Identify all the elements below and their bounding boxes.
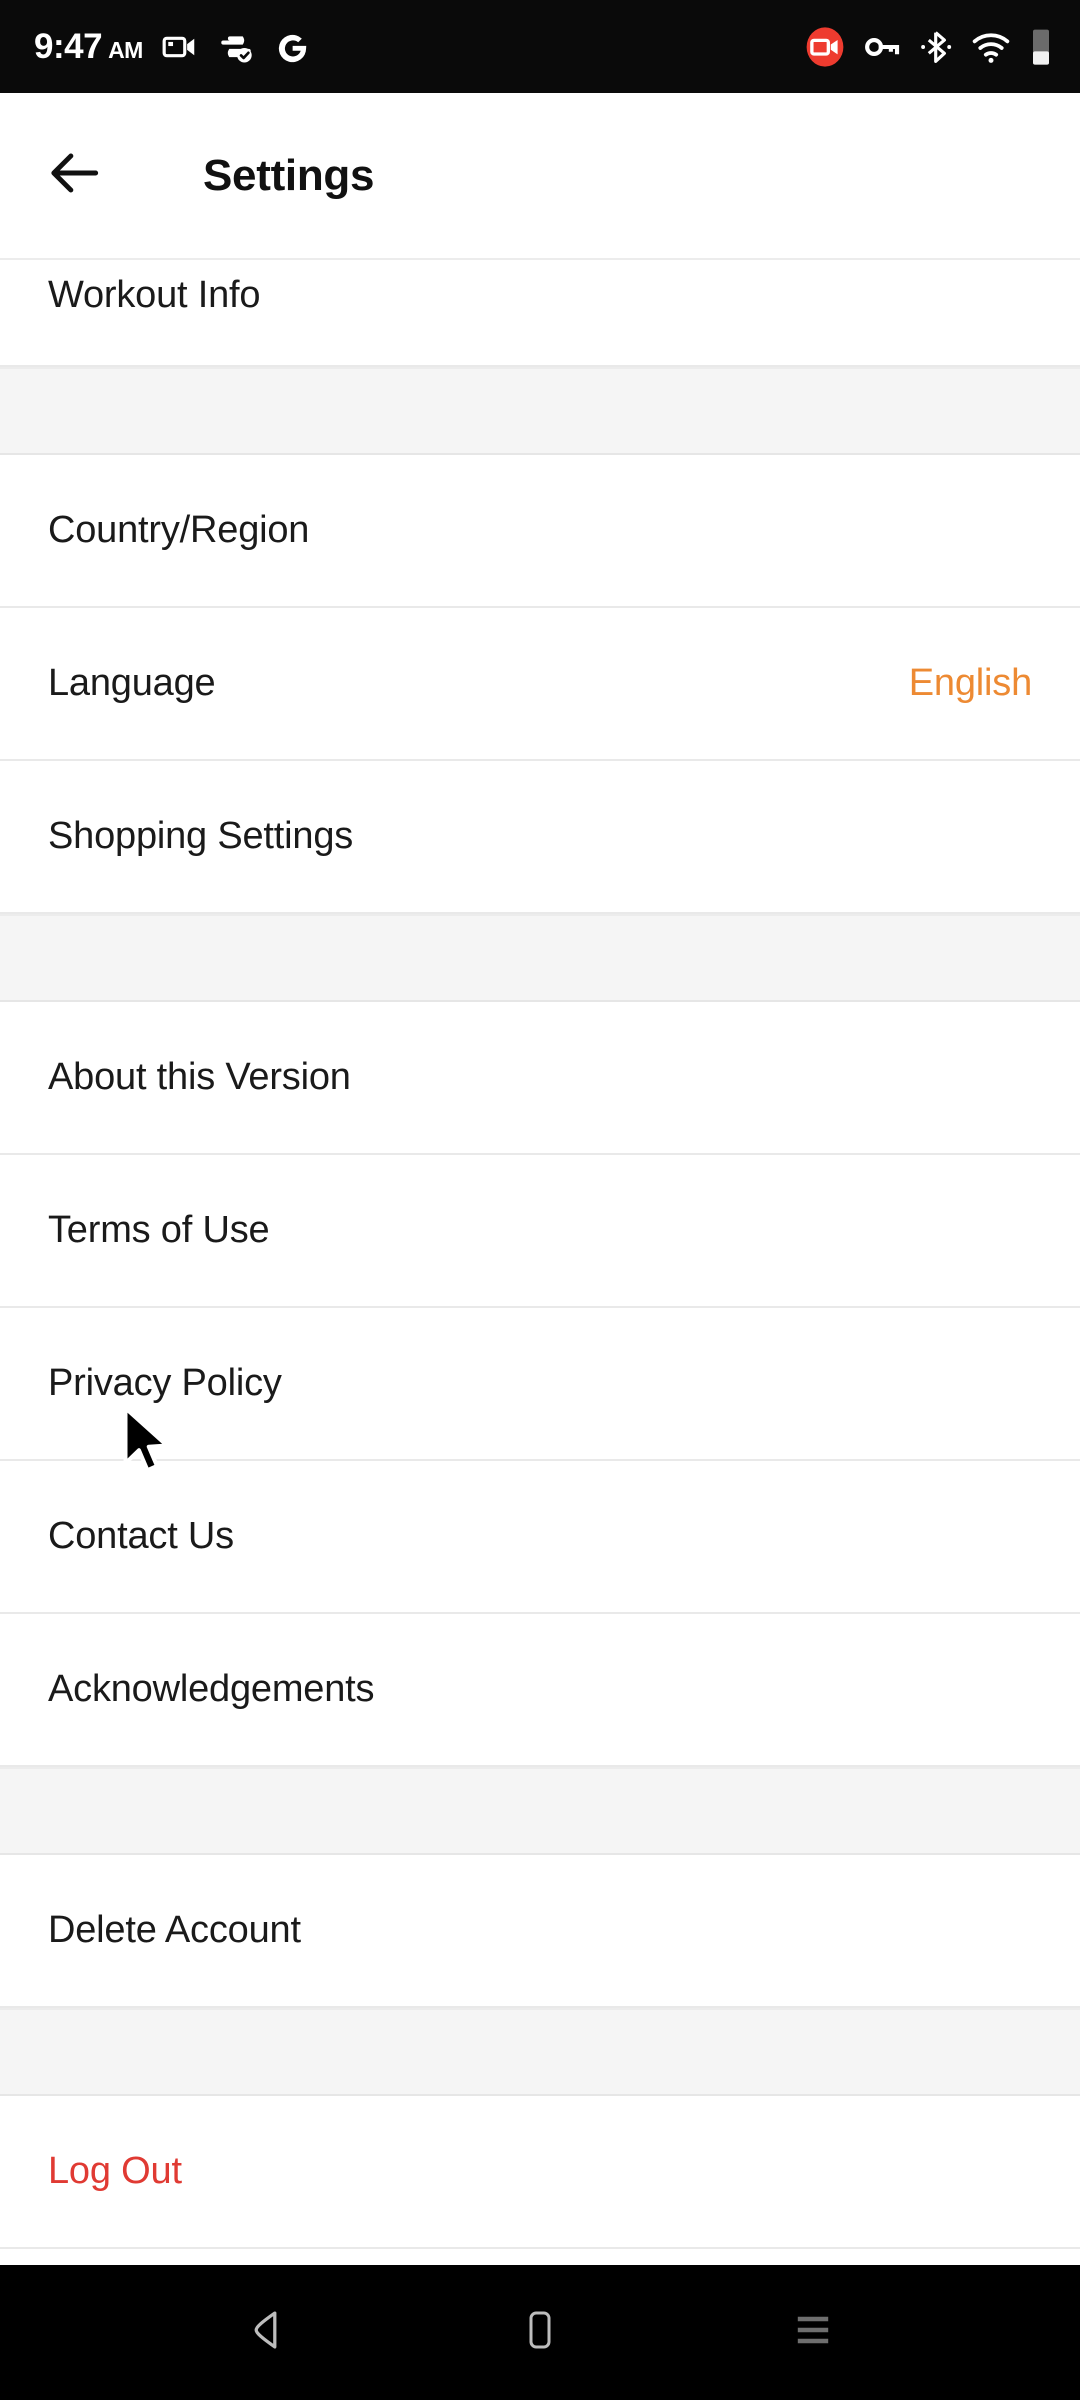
settings-row-label: Delete Account bbox=[48, 1909, 301, 1951]
settings-row-label: Shopping Settings bbox=[48, 815, 354, 857]
section-gap bbox=[0, 2008, 1080, 2096]
settings-row[interactable]: Log Out bbox=[0, 2096, 1080, 2249]
nav-back-button[interactable] bbox=[207, 2278, 327, 2388]
settings-row[interactable]: Workout Info bbox=[0, 260, 1080, 367]
settings-row-label: Workout Info bbox=[48, 274, 261, 316]
screen-recording-badge-icon bbox=[804, 26, 846, 68]
settings-row-label: Log Out bbox=[48, 2150, 182, 2192]
status-bar-left: 9:47 AM bbox=[34, 27, 311, 67]
battery-icon bbox=[1028, 27, 1054, 67]
back-button[interactable] bbox=[20, 121, 130, 231]
vpn-key-icon bbox=[863, 28, 901, 66]
settings-row-value: English bbox=[908, 662, 1032, 704]
settings-row-label: Privacy Policy bbox=[48, 1362, 282, 1404]
settings-row-label: About this Version bbox=[48, 1056, 351, 1098]
settings-row-label: Country/Region bbox=[48, 509, 310, 551]
nav-home-button[interactable] bbox=[480, 2278, 600, 2388]
settings-row[interactable]: Delete Account bbox=[0, 1855, 1080, 2008]
settings-row-label: Acknowledgements bbox=[48, 1668, 375, 1710]
camcorder-icon bbox=[161, 28, 199, 66]
bluetooth-icon bbox=[918, 29, 954, 65]
section-gap bbox=[0, 1767, 1080, 1855]
settings-row[interactable]: Contact Us bbox=[0, 1461, 1080, 1614]
rounded-square-home-icon bbox=[516, 2306, 564, 2359]
clock-ampm: AM bbox=[108, 36, 143, 63]
settings-row-label: Contact Us bbox=[48, 1515, 234, 1557]
settings-list[interactable]: Workout Info Country/Region Language Englis… bbox=[0, 258, 1080, 2265]
settings-row[interactable]: Privacy Policy bbox=[0, 1308, 1080, 1461]
section-gap bbox=[0, 367, 1080, 455]
settings-row[interactable]: Language English bbox=[0, 608, 1080, 761]
clock-time: 9:47 bbox=[34, 26, 103, 66]
arrow-left-icon bbox=[44, 142, 106, 209]
status-bar-right bbox=[804, 26, 1054, 68]
settings-row[interactable]: Shopping Settings bbox=[0, 761, 1080, 914]
settings-row-label: Terms of Use bbox=[48, 1209, 270, 1251]
system-nav-bar bbox=[0, 2265, 1080, 2400]
settings-row[interactable]: Terms of Use bbox=[0, 1155, 1080, 1308]
settings-row[interactable]: About this Version bbox=[0, 1002, 1080, 1155]
app-header: Settings bbox=[0, 93, 1080, 258]
status-clock: 9:47 AM bbox=[34, 27, 143, 67]
triangle-back-icon bbox=[241, 2304, 293, 2361]
settings-row[interactable]: Acknowledgements bbox=[0, 1614, 1080, 1767]
wifi-icon bbox=[971, 27, 1011, 67]
status-bar: 9:47 AM bbox=[0, 0, 1080, 93]
settings-row-label: Language bbox=[48, 662, 216, 704]
google-g-icon bbox=[273, 28, 311, 66]
hamburger-recents-icon bbox=[789, 2306, 837, 2359]
page-title: Settings bbox=[203, 150, 375, 200]
sync-check-icon bbox=[217, 28, 255, 66]
settings-row[interactable]: Country/Region bbox=[0, 455, 1080, 608]
section-gap bbox=[0, 914, 1080, 1002]
nav-recents-button[interactable] bbox=[753, 2278, 873, 2388]
